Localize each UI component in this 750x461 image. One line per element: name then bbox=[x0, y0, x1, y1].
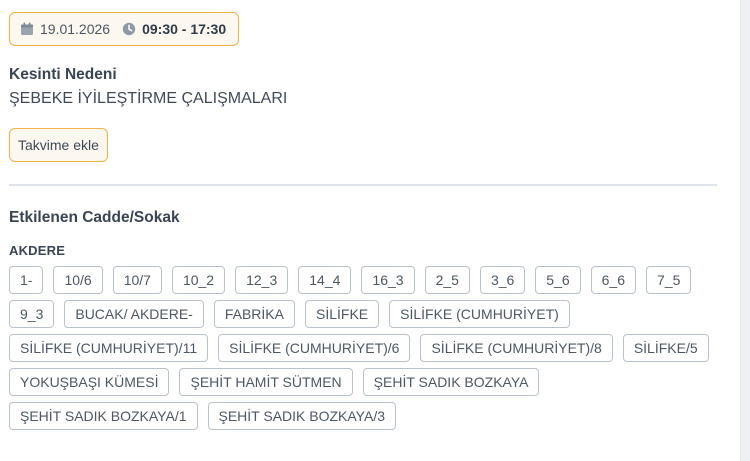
street-chip: SİLİFKE (CUMHURİYET) bbox=[389, 300, 570, 328]
district-name: AKDERE bbox=[9, 243, 66, 258]
reason-label: Kesinti Nedeni bbox=[9, 66, 117, 83]
street-chip: 1- bbox=[9, 266, 44, 294]
street-chip: SİLİFKE (CUMHURİYET)/8 bbox=[420, 334, 613, 362]
clock-icon bbox=[122, 22, 136, 36]
street-chip: ŞEHİT SADIK BOZKAYA/3 bbox=[207, 402, 396, 430]
street-chip: SİLİFKE/5 bbox=[622, 334, 709, 362]
street-chip: 3_6 bbox=[479, 266, 526, 294]
street-chip: 10_2 bbox=[171, 266, 226, 294]
street-chip: SİLİFKE (CUMHURİYET)/6 bbox=[218, 334, 411, 362]
street-chip-list: 1- 10/6 10/7 10_2 12_3 14_4 16_3 2_5 3_6 5_6 6_6 7_… bbox=[9, 266, 719, 430]
street-chip: BUCAK/ AKDERE- bbox=[64, 300, 204, 328]
street-chip: 5_6 bbox=[535, 266, 581, 294]
street-chip: YOKUŞBAŞI KÜMESİ bbox=[9, 368, 170, 396]
outage-detail-card: 19.01.2026 09:30 - 17:30 Kesinti Nedeni … bbox=[0, 0, 741, 461]
outage-datetime: 19.01.2026 09:30 - 17:30 bbox=[9, 12, 240, 46]
street-chip: 12_3 bbox=[235, 266, 289, 294]
street-chip: SİLİFKE bbox=[304, 300, 380, 328]
affected-streets-label: Etkilenen Cadde/Sokak bbox=[9, 209, 180, 226]
street-chip: 10/7 bbox=[112, 266, 162, 294]
section-divider bbox=[9, 184, 717, 186]
street-chip: ŞEHİT HAMİT SÜTMEN bbox=[179, 368, 353, 396]
street-chip: SİLİFKE (CUMHURİYET)/11 bbox=[9, 334, 209, 362]
outage-date: 19.01.2026 bbox=[40, 21, 111, 37]
street-chip: ŞEHİT SADIK BOZKAYA/1 bbox=[9, 402, 198, 430]
street-chip: 16_3 bbox=[361, 266, 415, 294]
add-to-calendar-button[interactable]: Takvime ekle bbox=[9, 128, 108, 162]
reason-value: ŞEBEKE İYİLEŞTİRME ÇALIŞMALARI bbox=[9, 90, 288, 107]
street-chip: 10/6 bbox=[53, 266, 103, 294]
street-chip: 6_6 bbox=[590, 266, 637, 294]
street-chip: 7_5 bbox=[646, 266, 692, 294]
outage-time-range: 09:30 - 17:30 bbox=[142, 21, 227, 37]
street-chip: 2_5 bbox=[424, 266, 470, 294]
calendar-icon bbox=[20, 22, 34, 36]
street-chip: 14_4 bbox=[298, 266, 352, 294]
street-chip: ŞEHİT SADIK BOZKAYA bbox=[362, 368, 540, 396]
street-chip: FABRİKA bbox=[213, 300, 295, 328]
street-chip: 9_3 bbox=[9, 300, 55, 328]
